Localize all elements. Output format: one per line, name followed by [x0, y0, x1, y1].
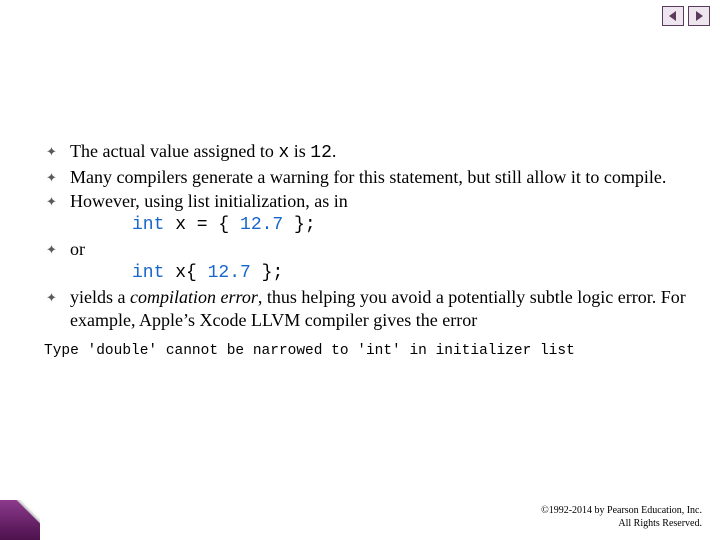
code-block: int x{ 12.7 }; [70, 262, 686, 285]
bullet-item: ✦ The actual value assigned to x is 12. [44, 140, 686, 165]
emphasis: compilation error [130, 287, 258, 307]
bullet-icon: ✦ [44, 140, 70, 163]
bullet-text: The actual value assigned to x is 12. [70, 140, 686, 165]
arrow-left-icon [667, 10, 679, 22]
nav-controls [662, 6, 710, 26]
bullet-text: However, using list initialization, as i… [70, 190, 686, 213]
arrow-right-icon [693, 10, 705, 22]
bullet-item: ✦ Many compilers generate a warning for … [44, 166, 686, 189]
bullet-item: ✦ yields a compilation error, thus helpi… [44, 286, 686, 332]
code-text: x = { [164, 215, 240, 235]
text: . [332, 141, 337, 161]
bullet-text: yields a compilation error, thus helping… [70, 286, 686, 332]
compiler-error-text: Type 'double' cannot be narrowed to 'int… [44, 342, 686, 361]
copyright-footer: ©1992-2014 by Pearson Education, Inc. Al… [541, 505, 702, 530]
text: yields a [70, 287, 130, 307]
next-slide-button[interactable] [688, 6, 710, 26]
text: is [289, 141, 310, 161]
bullet-icon: ✦ [44, 190, 70, 213]
code-line: int x = { 12.7 }; [44, 214, 686, 237]
code-text: }; [251, 263, 283, 283]
code-keyword: int [132, 215, 164, 235]
code-number: 12.7 [208, 263, 251, 283]
bullet-icon: ✦ [44, 286, 70, 309]
code-inline: x [278, 143, 289, 163]
bullet-text: or [70, 238, 686, 261]
bullet-item: ✦ or [44, 238, 686, 261]
bullet-icon: ✦ [44, 166, 70, 189]
bullet-item: ✦ However, using list initialization, as… [44, 190, 686, 213]
page-curl-decoration [0, 500, 40, 540]
code-text: x{ [164, 263, 207, 283]
code-text: }; [283, 215, 315, 235]
code-line: int x{ 12.7 }; [44, 262, 686, 285]
code-number: 12.7 [240, 215, 283, 235]
footer-line: ©1992-2014 by Pearson Education, Inc. [541, 505, 702, 518]
code-inline: 12 [310, 143, 332, 163]
code-block: int x = { 12.7 }; [70, 214, 686, 237]
code-keyword: int [132, 263, 164, 283]
text: The actual value assigned to [70, 141, 278, 161]
bullet-icon: ✦ [44, 238, 70, 261]
slide-body: ✦ The actual value assigned to x is 12. … [44, 140, 686, 361]
prev-slide-button[interactable] [662, 6, 684, 26]
bullet-text: Many compilers generate a warning for th… [70, 166, 686, 189]
footer-line: All Rights Reserved. [541, 518, 702, 531]
